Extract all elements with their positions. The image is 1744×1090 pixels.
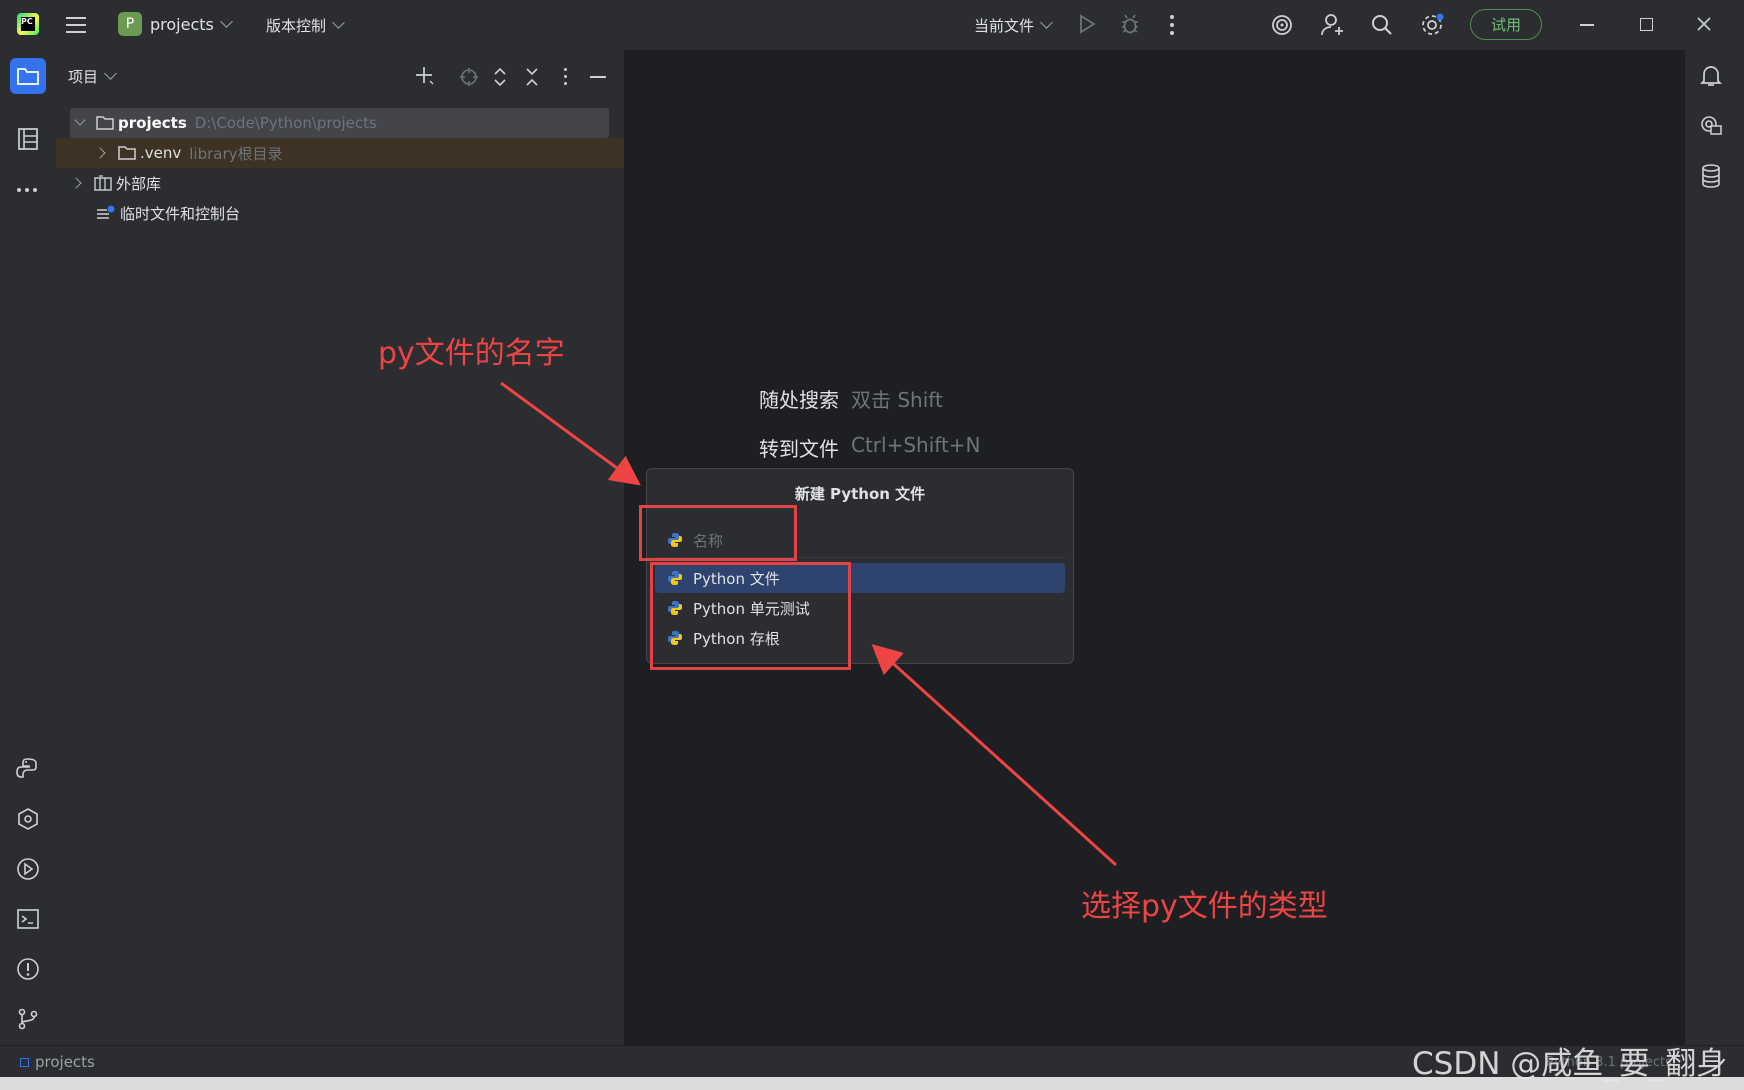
annotation-arrows xyxy=(500,381,1118,867)
arrow-to-type-list xyxy=(871,643,1118,867)
status-project-crumb[interactable]: projects xyxy=(20,1053,95,1071)
arrow-to-name-field xyxy=(500,381,641,486)
status-project-label: projects xyxy=(35,1053,95,1071)
module-icon xyxy=(20,1057,29,1067)
watermark: CSDN @咸鱼_要_翻身 xyxy=(1412,1046,1728,1082)
